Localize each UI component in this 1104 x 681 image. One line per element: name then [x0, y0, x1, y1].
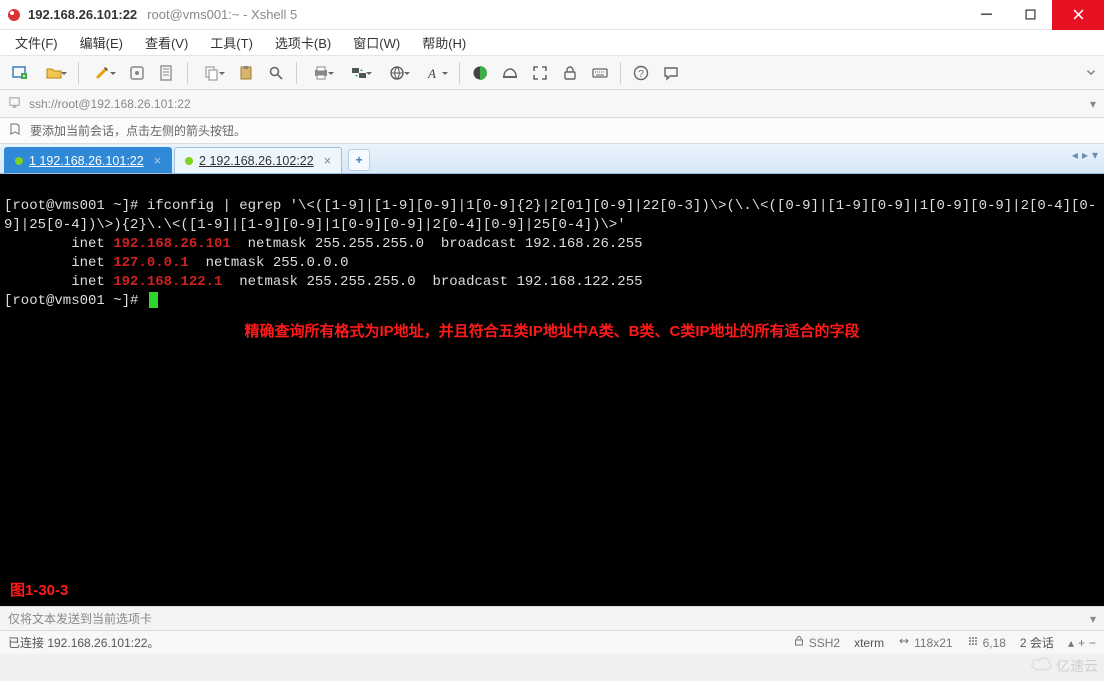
- chevron-down-icon[interactable]: ▾: [1090, 612, 1096, 626]
- status-size: 118x21: [898, 635, 952, 650]
- status-bar: 已连接 192.168.26.101:22。 SSH2 xterm 118x21…: [0, 630, 1104, 654]
- open-session-button[interactable]: [36, 59, 72, 87]
- terminal-output-line: inet 192.168.26.101 netmask 255.255.255.…: [4, 236, 643, 252]
- tab-next-icon[interactable]: ▸: [1082, 148, 1088, 162]
- close-icon[interactable]: ×: [324, 154, 331, 168]
- send-target-text: 仅将文本发送到当前选项卡: [8, 610, 152, 627]
- status-dot-icon: [185, 157, 193, 165]
- chevron-up-icon[interactable]: ▴: [1068, 636, 1074, 650]
- watermark: 亿速云: [1030, 655, 1098, 677]
- color-scheme-button[interactable]: [466, 59, 494, 87]
- status-nav[interactable]: ▴ + −: [1068, 636, 1096, 650]
- tab-menu-icon[interactable]: ▾: [1092, 148, 1098, 162]
- menubar: 文件(F) 编辑(E) 查看(V) 工具(T) 选项卡(B) 窗口(W) 帮助(…: [0, 30, 1104, 56]
- menu-edit[interactable]: 编辑(E): [71, 30, 132, 55]
- add-tab-button[interactable]: +: [348, 149, 370, 171]
- host-icon: [8, 96, 21, 112]
- new-session-button[interactable]: [6, 59, 34, 87]
- address-bar: ssh://root@192.168.26.101:22 ▾: [0, 90, 1104, 118]
- paste-button[interactable]: [232, 59, 260, 87]
- toolbar-separator: [296, 62, 297, 84]
- grid-icon: [967, 635, 979, 650]
- menu-view[interactable]: 查看(V): [136, 30, 197, 55]
- resize-icon: [898, 635, 910, 650]
- tab-label: 1 192.168.26.101:22: [29, 154, 144, 168]
- plus-icon[interactable]: +: [1078, 636, 1085, 650]
- status-cursor-pos: 6,18: [967, 635, 1006, 650]
- keyboard-button[interactable]: [586, 59, 614, 87]
- figure-label: 图1-30-3: [10, 581, 68, 600]
- close-icon[interactable]: ×: [154, 154, 161, 168]
- language-button[interactable]: [379, 59, 415, 87]
- window-titlebar: 192.168.26.101:22 root@vms001:~ - Xshell…: [0, 0, 1104, 30]
- menu-help[interactable]: 帮助(H): [413, 30, 475, 55]
- tab-label: 2 192.168.26.102:22: [199, 154, 314, 168]
- status-protocol: SSH2: [793, 635, 840, 650]
- status-term-type: xterm: [854, 636, 884, 650]
- svg-text:?: ?: [638, 69, 644, 80]
- session-tab-2[interactable]: 2 192.168.26.102:22 ×: [174, 147, 342, 173]
- disconnect-button[interactable]: [123, 59, 151, 87]
- bookmark-add-icon[interactable]: [8, 122, 22, 139]
- session-tab-1[interactable]: 1 192.168.26.101:22 ×: [4, 147, 172, 173]
- status-sessions: 2 会话: [1020, 634, 1054, 651]
- transfer-button[interactable]: [341, 59, 377, 87]
- tunneling-button[interactable]: [496, 59, 524, 87]
- terminal-prompt-line: [root@vms001 ~]#: [4, 293, 158, 309]
- terminal-command: ifconfig | egrep '\<([1-9]|[1-9][0-9]|1[…: [4, 198, 1096, 233]
- chat-button[interactable]: [657, 59, 685, 87]
- session-tabs: 1 192.168.26.101:22 × 2 192.168.26.102:2…: [0, 144, 1104, 174]
- toolbar-overflow-button[interactable]: [1084, 59, 1098, 87]
- hint-text: 要添加当前会话，点击左侧的箭头按钮。: [30, 122, 246, 139]
- tab-prev-icon[interactable]: ◂: [1072, 148, 1078, 162]
- properties-button[interactable]: [153, 59, 181, 87]
- reconnect-button[interactable]: [85, 59, 121, 87]
- address-dropdown-icon[interactable]: ▾: [1090, 97, 1096, 111]
- print-button[interactable]: [303, 59, 339, 87]
- toolbar-separator: [78, 62, 79, 84]
- toolbar-separator: [459, 62, 460, 84]
- lock-button[interactable]: [556, 59, 584, 87]
- menu-tabs[interactable]: 选项卡(B): [266, 30, 340, 55]
- cursor-icon: [149, 292, 158, 308]
- status-dot-icon: [15, 157, 23, 165]
- menu-window[interactable]: 窗口(W): [344, 30, 409, 55]
- menu-file[interactable]: 文件(F): [6, 30, 67, 55]
- terminal-output-line: inet 127.0.0.1 netmask 255.0.0.0: [4, 255, 348, 271]
- window-title-rest: root@vms001:~ - Xshell 5: [147, 7, 297, 22]
- lock-icon: [793, 635, 805, 650]
- minus-icon[interactable]: −: [1089, 636, 1096, 650]
- fullscreen-button[interactable]: [526, 59, 554, 87]
- app-icon: [6, 7, 22, 23]
- window-title-host: 192.168.26.101:22: [28, 7, 137, 22]
- find-button[interactable]: [262, 59, 290, 87]
- font-button[interactable]: A: [417, 59, 453, 87]
- address-text[interactable]: ssh://root@192.168.26.101:22: [29, 97, 191, 111]
- send-target-bar[interactable]: 仅将文本发送到当前选项卡 ▾: [0, 606, 1104, 630]
- maximize-button[interactable]: [1008, 0, 1052, 30]
- toolbar-separator: [620, 62, 621, 84]
- svg-text:A: A: [427, 66, 436, 81]
- terminal-annotation: 精确查询所有格式为IP地址，并且符合五类IP地址中A类、B类、C类IP地址的所有…: [0, 322, 1104, 341]
- help-button[interactable]: ?: [627, 59, 655, 87]
- toolbar-separator: [187, 62, 188, 84]
- status-connection: 已连接 192.168.26.101:22。: [8, 634, 159, 651]
- terminal-view[interactable]: [root@vms001 ~]# ifconfig | egrep '\<([1…: [0, 174, 1104, 606]
- minimize-button[interactable]: [964, 0, 1008, 30]
- watermark-text: 亿速云: [1056, 656, 1098, 676]
- hint-bar: 要添加当前会话，点击左侧的箭头按钮。: [0, 118, 1104, 144]
- close-button[interactable]: [1052, 0, 1104, 30]
- copy-button[interactable]: [194, 59, 230, 87]
- menu-tools[interactable]: 工具(T): [201, 30, 262, 55]
- terminal-prompt: [root@vms001 ~]#: [4, 198, 147, 214]
- terminal-output-line: inet 192.168.122.1 netmask 255.255.255.0…: [4, 274, 643, 290]
- toolbar: A ?: [0, 56, 1104, 90]
